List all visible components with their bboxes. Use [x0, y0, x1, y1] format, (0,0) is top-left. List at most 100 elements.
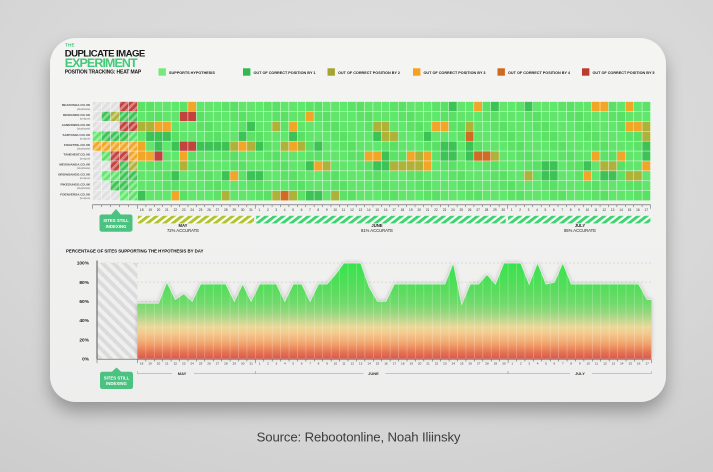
svg-text:(duplicate): (duplicate) — [77, 107, 91, 111]
svg-text:(unique): (unique) — [80, 196, 91, 200]
svg-text:18: 18 — [140, 362, 144, 366]
svg-text:5: 5 — [292, 208, 294, 212]
svg-text:9: 9 — [326, 208, 328, 212]
svg-text:15: 15 — [628, 208, 632, 212]
svg-text:13: 13 — [359, 208, 363, 212]
svg-text:5: 5 — [292, 362, 294, 366]
svg-text:3: 3 — [275, 208, 277, 212]
svg-text:15: 15 — [629, 362, 633, 366]
svg-text:OUT OF CORRECT POSITION BY 5: OUT OF CORRECT POSITION BY 5 — [593, 71, 655, 75]
svg-text:29: 29 — [232, 208, 236, 212]
svg-text:3: 3 — [528, 208, 530, 212]
svg-text:40%: 40% — [79, 318, 89, 324]
svg-text:17: 17 — [645, 362, 649, 366]
svg-text:2: 2 — [267, 362, 269, 366]
svg-text:6: 6 — [554, 362, 556, 366]
svg-text:27: 27 — [477, 362, 481, 366]
svg-text:5: 5 — [545, 362, 547, 366]
svg-text:20: 20 — [157, 208, 161, 212]
svg-text:1: 1 — [259, 362, 261, 366]
svg-text:80%: 80% — [79, 280, 89, 286]
svg-text:SITES STILL: SITES STILL — [103, 218, 129, 223]
svg-text:SITES STILL: SITES STILL — [104, 375, 130, 380]
svg-text:8: 8 — [570, 208, 572, 212]
svg-text:28: 28 — [485, 362, 489, 366]
svg-text:EXPERIMENT: EXPERIMENT — [65, 56, 138, 70]
svg-text:10: 10 — [586, 362, 590, 366]
svg-text:14: 14 — [619, 208, 623, 212]
svg-text:3: 3 — [528, 362, 530, 366]
svg-text:JULY: JULY — [575, 371, 585, 376]
svg-text:9: 9 — [326, 362, 328, 366]
svg-text:14: 14 — [620, 362, 624, 366]
svg-text:(unique): (unique) — [80, 117, 91, 121]
svg-text:27: 27 — [216, 362, 220, 366]
svg-text:17: 17 — [393, 362, 397, 366]
svg-text:7: 7 — [309, 362, 311, 366]
svg-text:7: 7 — [309, 208, 311, 212]
svg-text:24: 24 — [190, 362, 194, 366]
svg-text:13: 13 — [611, 208, 615, 212]
svg-text:JUNE: JUNE — [368, 371, 379, 376]
svg-text:22: 22 — [435, 362, 439, 366]
svg-text:8: 8 — [317, 208, 319, 212]
svg-text:13: 13 — [612, 362, 616, 366]
svg-text:10: 10 — [586, 208, 590, 212]
svg-text:5: 5 — [544, 208, 546, 212]
svg-text:1: 1 — [259, 208, 261, 212]
svg-text:PERCENTAGE OF SITES SUPPORTING: PERCENTAGE OF SITES SUPPORTING THE HYPOT… — [66, 249, 204, 254]
svg-text:MAY: MAY — [178, 371, 187, 376]
svg-text:28: 28 — [224, 362, 228, 366]
svg-text:10: 10 — [333, 208, 337, 212]
svg-text:7: 7 — [562, 362, 564, 366]
svg-text:16: 16 — [637, 362, 641, 366]
svg-text:OUT OF CORRECT POSITION BY 4: OUT OF CORRECT POSITION BY 4 — [508, 71, 571, 75]
svg-text:16: 16 — [384, 208, 388, 212]
svg-text:2: 2 — [519, 208, 521, 212]
svg-text:22: 22 — [174, 362, 178, 366]
svg-text:11: 11 — [342, 362, 345, 366]
svg-text:31: 31 — [249, 208, 253, 212]
svg-text:12: 12 — [602, 208, 606, 212]
svg-text:9: 9 — [579, 362, 581, 366]
svg-text:1: 1 — [511, 208, 513, 212]
svg-text:85% ACCURATE: 85% ACCURATE — [564, 228, 596, 233]
svg-text:0%: 0% — [82, 357, 90, 363]
svg-text:19: 19 — [409, 208, 413, 212]
svg-text:14: 14 — [367, 362, 371, 366]
svg-text:20: 20 — [417, 208, 421, 212]
svg-text:POSITION TRACKING: HEAT MAP: POSITION TRACKING: HEAT MAP — [65, 70, 142, 76]
svg-text:10: 10 — [334, 362, 338, 366]
svg-text:11: 11 — [342, 208, 346, 212]
svg-text:26: 26 — [207, 362, 211, 366]
svg-text:6: 6 — [301, 208, 303, 212]
svg-text:15: 15 — [375, 208, 379, 212]
svg-text:25: 25 — [460, 362, 464, 366]
svg-text:20: 20 — [418, 362, 422, 366]
svg-text:13: 13 — [359, 362, 363, 366]
svg-text:21: 21 — [426, 208, 430, 212]
svg-text:Source: Rebootonline, Noah Ili: Source: Rebootonline, Noah Iliinsky — [257, 429, 461, 444]
svg-text:17: 17 — [645, 208, 649, 212]
svg-text:31: 31 — [249, 362, 253, 366]
svg-text:25: 25 — [199, 208, 203, 212]
svg-text:2: 2 — [267, 208, 269, 212]
svg-text:SUPPORTS HYPOTHESIS: SUPPORTS HYPOTHESIS — [169, 71, 215, 75]
svg-text:23: 23 — [182, 208, 186, 212]
svg-text:26: 26 — [468, 208, 472, 212]
svg-text:6: 6 — [553, 208, 555, 212]
svg-text:OUT OF CORRECT POSITION BY 2: OUT OF CORRECT POSITION BY 2 — [338, 71, 400, 75]
svg-text:16: 16 — [384, 362, 388, 366]
svg-text:(duplicate): (duplicate) — [77, 146, 91, 150]
svg-text:28: 28 — [224, 208, 228, 212]
svg-text:22: 22 — [434, 208, 438, 212]
svg-text:60%: 60% — [79, 299, 89, 305]
svg-text:(duplicate): (duplicate) — [77, 166, 91, 170]
svg-text:72% ACCURATE: 72% ACCURATE — [167, 228, 199, 233]
svg-text:6: 6 — [301, 362, 303, 366]
svg-text:17: 17 — [392, 208, 396, 212]
svg-text:OUT OF CORRECT POSITION BY 1: OUT OF CORRECT POSITION BY 1 — [254, 71, 316, 75]
svg-text:16: 16 — [636, 208, 640, 212]
svg-text:(duplicate): (duplicate) — [77, 186, 91, 190]
svg-text:4: 4 — [536, 208, 538, 212]
